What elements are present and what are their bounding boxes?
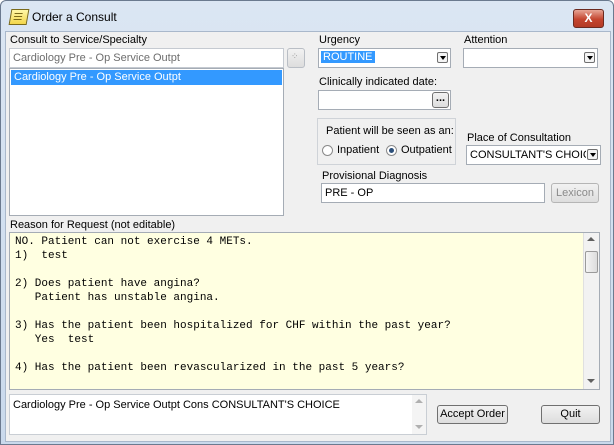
order-summary-text: Cardiology Pre - Op Service Outpt Cons C… [13,399,340,411]
order-consult-window: Order a Consult X Consult to Service/Spe… [0,0,614,445]
chevron-down-icon[interactable] [437,52,448,63]
reason-line: 2) Does patient have angina? [15,278,200,290]
accept-order-button[interactable]: Accept Order [437,405,508,424]
reason-line: Patient has unstable angina. [15,292,220,304]
reason-line: 3) Has the patient been hospitalized for… [15,320,451,332]
chevron-down-icon[interactable] [587,149,598,160]
urgency-value: ROUTINE [321,51,375,63]
place-label: Place of Consultation [467,132,571,144]
service-list[interactable]: Cardiology Pre - Op Service Outpt [9,68,284,216]
reason-line: NO. Patient can not exercise 4 METs. [15,236,253,248]
service-list-item[interactable]: Cardiology Pre - Op Service Outpt [11,70,282,85]
scroll-up-icon[interactable] [415,399,423,403]
window-title: Order a Consult [32,10,117,24]
date-picker-button[interactable]: ... [432,92,449,108]
title-bar[interactable]: Order a Consult X [1,1,613,31]
service-input-text: Cardiology Pre - Op Service Outpt [13,52,180,64]
inpatient-label[interactable]: Inpatient [337,144,379,156]
dialog-body: Consult to Service/Specialty Cardiology … [5,31,611,442]
diagnosis-value: PRE - OP [325,187,374,199]
diagnosis-label: Provisional Diagnosis [322,170,428,182]
chevron-down-icon[interactable] [584,52,595,63]
attention-label: Attention [464,34,508,46]
outpatient-label[interactable]: Outpatient [401,144,452,156]
notepad-icon [8,9,30,25]
urgency-select[interactable]: ROUTINE [318,48,451,68]
service-tree-button[interactable]: ⁘ [287,48,305,68]
diagnosis-input[interactable]: PRE - OP [321,183,545,203]
outpatient-radio[interactable] [386,145,397,156]
reason-line: 4) Has the patient been revascularized i… [15,362,405,374]
service-label: Consult to Service/Specialty [10,34,147,46]
lexicon-button[interactable]: Lexicon [551,183,599,203]
clinical-date-input[interactable]: ... [318,90,451,110]
patient-seen-label: Patient will be seen as an: [326,125,454,137]
summary-scrollbar[interactable] [412,395,426,434]
order-summary: Cardiology Pre - Op Service Outpt Cons C… [9,394,427,435]
reason-scrollbar[interactable] [583,233,599,389]
reason-line: Yes test [15,334,95,346]
radio-selected-dot [389,148,394,153]
scroll-down-icon[interactable] [415,425,423,429]
dots-icon: ⁘ [291,51,300,61]
place-value: CONSULTANT'S CHOICE [470,149,586,161]
scrollbar-thumb[interactable] [585,251,598,273]
service-input[interactable]: Cardiology Pre - Op Service Outpt [9,48,284,68]
inpatient-radio[interactable] [322,145,333,156]
reason-line: 1) test [15,250,68,262]
urgency-label: Urgency [319,34,360,46]
close-button[interactable]: X [573,9,604,28]
attention-select[interactable] [463,48,598,68]
scroll-down-icon[interactable] [587,379,595,383]
place-select[interactable]: CONSULTANT'S CHOICE [466,145,601,165]
quit-button[interactable]: Quit [541,405,600,424]
scroll-up-icon[interactable] [587,237,595,241]
reason-textarea[interactable]: NO. Patient can not exercise 4 METs. 1) … [9,232,600,390]
reason-label: Reason for Request (not editable) [10,219,176,231]
clinical-date-label: Clinically indicated date: [319,76,438,88]
